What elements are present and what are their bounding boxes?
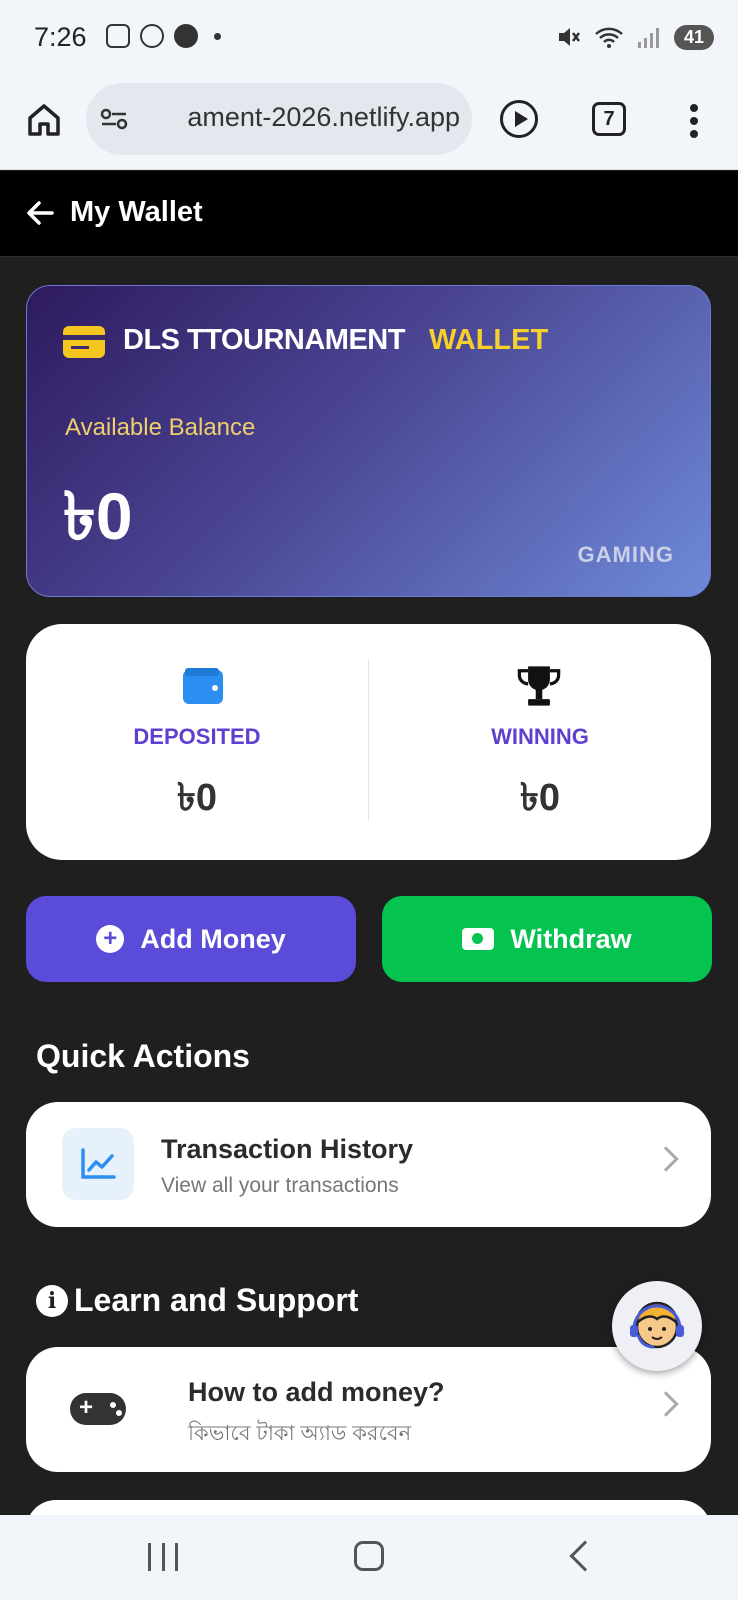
how-to-add-money-title: How to add money?: [188, 1377, 445, 1407]
learn-support-title: Learn and Support: [74, 1282, 359, 1318]
mute-icon: [558, 28, 580, 46]
how-to-add-money-item[interactable]: How to add money? কিভাবে টাকা অ্যাড করবে…: [26, 1347, 711, 1472]
wallet-brand-accent: WALLET: [429, 324, 549, 356]
withdraw-button[interactable]: Withdraw: [382, 896, 712, 982]
info-icon: i: [36, 1285, 68, 1317]
chart-line-icon: [62, 1128, 134, 1200]
deposited-value: ৳0: [176, 777, 218, 819]
more-notifications-dot: [214, 32, 221, 40]
system-icons: 41: [556, 24, 714, 50]
url-text[interactable]: ament-2026.netlify.app: [142, 102, 460, 133]
support-agent-icon: [630, 1301, 684, 1349]
facebook-outline-icon: [140, 24, 164, 48]
cash-icon: [462, 928, 495, 950]
transaction-history-title: Transaction History: [161, 1134, 414, 1164]
deposited-stat: DEPOSITED ৳0: [26, 624, 368, 860]
back-arrow-icon[interactable]: [26, 199, 54, 227]
battery-indicator: 41: [673, 24, 714, 50]
credit-card-icon: [63, 326, 105, 358]
facebook-icon: [174, 24, 198, 48]
chevron-right-icon: [653, 1391, 679, 1417]
more-options-icon[interactable]: [690, 104, 698, 138]
add-money-label: Add Money: [140, 923, 286, 954]
plus-circle-icon: +: [96, 925, 125, 953]
transaction-history-subtitle: View all your transactions: [161, 1174, 399, 1197]
wallet-icon: [183, 668, 223, 704]
winning-stat: WINNING ৳0: [369, 624, 711, 860]
withdraw-label: Withdraw: [510, 923, 632, 954]
wallet-brand: DLS TTOURNAMENT: [123, 324, 405, 356]
balance-label: Available Balance: [65, 414, 256, 441]
app-header: My Wallet: [0, 171, 738, 257]
system-navigation-bar: [0, 1515, 738, 1600]
page-title: My Wallet: [70, 196, 203, 228]
wallet-balance-card: DLS TTOURNAMENT WALLET Available Balance…: [26, 285, 711, 597]
signal-icon: [637, 28, 659, 48]
gamepad-icon: [70, 1393, 126, 1425]
nav-home-icon[interactable]: [354, 1541, 384, 1571]
add-money-button[interactable]: + Add Money: [26, 896, 356, 982]
screenshot-icon: [106, 24, 130, 48]
notification-icons: [106, 24, 221, 48]
support-chat-button[interactable]: [612, 1281, 702, 1371]
status-time: 7:26: [34, 22, 87, 52]
play-icon[interactable]: [500, 100, 538, 138]
status-bar: 7:26 41: [0, 0, 738, 78]
balance-amount: ৳0: [63, 479, 133, 553]
quick-actions-title: Quick Actions: [36, 1038, 250, 1074]
trophy-icon: [517, 666, 561, 706]
wifi-icon: [595, 27, 623, 48]
recent-apps-icon[interactable]: [148, 1543, 178, 1571]
home-icon[interactable]: [24, 100, 64, 140]
deposited-label: DEPOSITED: [133, 724, 261, 749]
tab-switcher-button[interactable]: 7: [592, 102, 626, 136]
winning-value: ৳0: [519, 777, 561, 819]
transaction-history-item[interactable]: Transaction History View all your transa…: [26, 1102, 711, 1227]
balance-breakdown-card: DEPOSITED ৳0 WINNING ৳0: [26, 624, 711, 860]
browser-toolbar: ament-2026.netlify.app 7: [0, 78, 738, 170]
how-to-add-money-subtitle: কিভাবে টাকা অ্যাড করবেন: [188, 1422, 412, 1445]
nav-back-icon[interactable]: [569, 1540, 601, 1572]
winning-label: WINNING: [491, 724, 589, 749]
chevron-right-icon: [653, 1146, 679, 1172]
site-settings-icon[interactable]: [100, 107, 128, 131]
address-bar[interactable]: ament-2026.netlify.app: [86, 83, 472, 155]
card-tag: GAMING: [577, 542, 674, 567]
